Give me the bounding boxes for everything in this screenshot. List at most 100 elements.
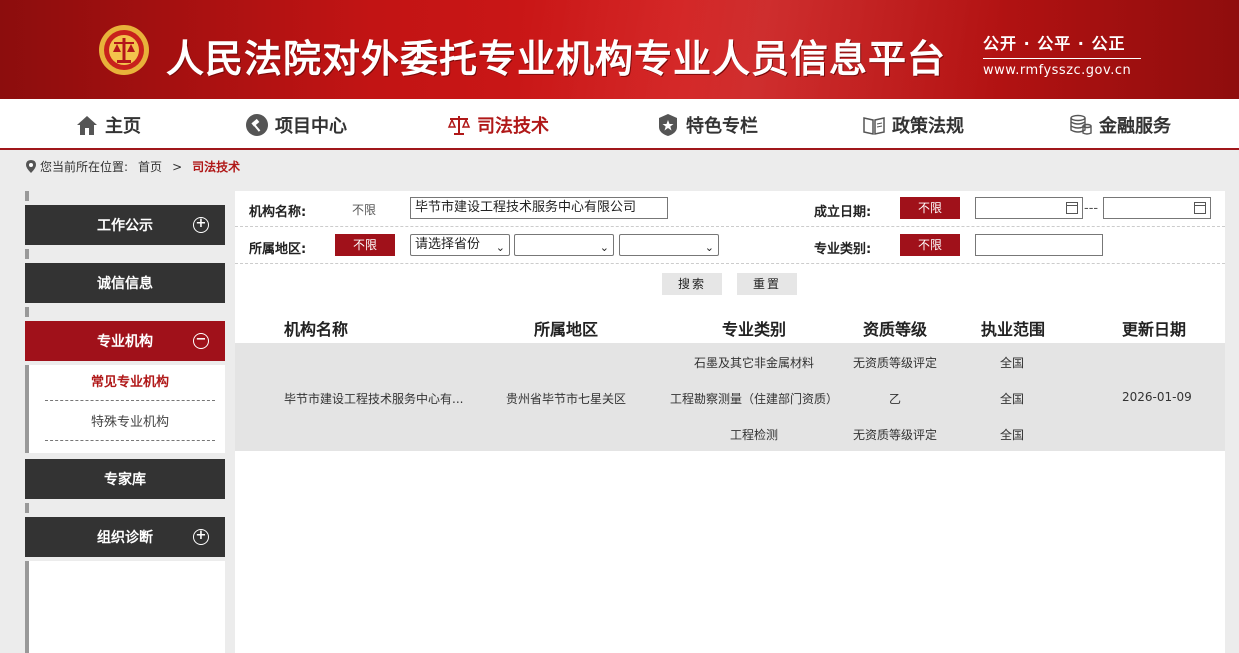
nav-item-policy[interactable]: 政策法规 xyxy=(862,111,964,139)
province-select-value: 请选择省份 xyxy=(415,237,481,252)
nav-item-home[interactable]: 主页 xyxy=(75,111,141,139)
category-input[interactable] xyxy=(975,234,1103,256)
founded-date-label: 成立日期: xyxy=(814,205,872,220)
location-pin-icon xyxy=(26,160,36,173)
nav-item-projects[interactable]: 项目中心 xyxy=(245,111,347,139)
sidebar-item-professional-orgs[interactable]: 专业机构 − xyxy=(25,321,225,361)
nav-item-finance[interactable]: 金融服务 xyxy=(1069,111,1171,139)
coins-icon xyxy=(1070,114,1092,135)
breadcrumb-current: 司法技术 xyxy=(192,160,241,174)
province-select[interactable]: 请选择省份 ⌄ xyxy=(410,234,510,256)
sidebar-empty-area xyxy=(25,561,225,653)
nav-label: 司法技术 xyxy=(477,116,549,137)
book-icon xyxy=(863,117,885,135)
site-url: www.rmfysszc.gov.cn xyxy=(983,63,1132,78)
scope-cell: 全国 xyxy=(1000,356,1025,370)
main-panel: 机构名称: 不限 毕节市建设工程技术服务中心有限公司 成立日期: 不限 --- … xyxy=(235,191,1225,653)
sidebar-subitem-special-orgs[interactable]: 特殊专业机构 xyxy=(45,405,215,441)
sidebar-item-org-diagnosis[interactable]: 组织诊断 + xyxy=(25,517,225,557)
scales-icon xyxy=(447,116,471,135)
breadcrumb-prefix: 您当前所在位置: xyxy=(40,160,129,174)
home-icon xyxy=(77,116,97,135)
filter-row-name-date: 机构名称: 不限 毕节市建设工程技术服务中心有限公司 成立日期: 不限 --- xyxy=(235,191,1225,227)
nav-label: 特色专栏 xyxy=(686,116,758,137)
search-button[interactable]: 搜索 xyxy=(662,273,722,295)
sidebar-item-label: 专业机构 xyxy=(97,334,153,350)
header-banner: 人民法院对外委托专业机构专业人员信息平台 公开 · 公平 · 公正 www.rm… xyxy=(0,0,1239,99)
category-unlimited-tag[interactable]: 不限 xyxy=(900,234,960,256)
grade-cell: 无资质等级评定 xyxy=(853,428,938,442)
sidebar-submenu: 常见专业机构 特殊专业机构 xyxy=(25,365,225,453)
expand-icon[interactable]: + xyxy=(193,529,209,545)
nav-label: 项目中心 xyxy=(275,116,347,137)
col-header-update-date: 更新日期 xyxy=(1122,320,1187,339)
court-emblem-icon xyxy=(99,25,149,75)
sidebar-item-expert-pool[interactable]: 专家库 xyxy=(25,459,225,499)
sidebar-item-credit-info[interactable]: 诚信信息 xyxy=(25,263,225,303)
reset-button[interactable]: 重置 xyxy=(737,273,797,295)
main-nav: 主页 项目中心 司法技术 特色专栏 政策法规 金融服务 xyxy=(0,99,1239,150)
site-title: 人民法院对外委托专业机构专业人员信息平台 xyxy=(166,37,947,81)
nav-label: 主页 xyxy=(105,116,141,137)
nav-item-featured[interactable]: 特色专栏 xyxy=(656,111,758,139)
org-name-cell[interactable]: 毕节市建设工程技术服务中心有... xyxy=(284,390,463,407)
filter-row-region-category: 所属地区: 不限 请选择省份 ⌄ ⌄ ⌄ 专业类别: 不限 xyxy=(235,228,1225,264)
collapse-icon[interactable]: − xyxy=(193,333,209,349)
chevron-down-icon: ⌄ xyxy=(495,241,505,254)
sidebar-divider xyxy=(25,249,29,259)
breadcrumb-home-link[interactable]: 首页 xyxy=(138,158,162,175)
region-unlimited-tag[interactable]: 不限 xyxy=(335,234,395,256)
breadcrumb: 您当前所在位置: 首页 > 司法技术 xyxy=(26,158,240,175)
nav-label: 金融服务 xyxy=(1099,116,1171,137)
sidebar-item-label: 工作公示 xyxy=(97,218,153,234)
start-date-input[interactable] xyxy=(975,197,1083,219)
sidebar: 工作公示 + 诚信信息 专业机构 − 常见专业机构 特殊专业机构 专家库 组织诊… xyxy=(25,191,225,653)
table-row[interactable]: 毕节市建设工程技术服务中心有... 贵州省毕节市七星关区 2026-01-09 … xyxy=(235,343,1225,451)
sidebar-divider xyxy=(25,561,29,653)
nav-item-judicial-tech[interactable]: 司法技术 xyxy=(447,111,549,139)
sidebar-divider xyxy=(25,307,29,317)
category-cell: 石墨及其它非金属材料 xyxy=(694,356,815,370)
org-name-unlimited-tag[interactable]: 不限 xyxy=(352,201,376,218)
grade-cell: 无资质等级评定 xyxy=(853,356,938,370)
calendar-icon[interactable] xyxy=(1066,202,1078,214)
sidebar-subitem-common-orgs[interactable]: 常见专业机构 xyxy=(45,365,215,401)
col-header-grade: 资质等级 xyxy=(863,320,928,339)
end-date-input[interactable] xyxy=(1103,197,1211,219)
city-select[interactable]: ⌄ xyxy=(514,234,614,256)
gavel-icon xyxy=(246,114,268,136)
sidebar-divider xyxy=(25,365,29,453)
col-header-region: 所属地区 xyxy=(534,320,599,339)
col-header-scope: 执业范围 xyxy=(981,320,1046,339)
sidebar-item-work-notices[interactable]: 工作公示 + xyxy=(25,205,225,245)
founded-unlimited-tag[interactable]: 不限 xyxy=(900,197,960,219)
nav-label: 政策法规 xyxy=(892,116,964,137)
slogan-box: 公开 · 公平 · 公正 www.rmfysszc.gov.cn xyxy=(983,30,1141,78)
grade-cell: 乙 xyxy=(889,392,902,406)
update-date-cell: 2026-01-09 xyxy=(1122,390,1192,404)
date-separator: --- xyxy=(1084,201,1099,216)
sidebar-item-label: 专家库 xyxy=(104,472,146,488)
region-label: 所属地区: xyxy=(249,242,307,257)
calendar-icon[interactable] xyxy=(1194,202,1206,214)
region-cell: 贵州省毕节市七星关区 xyxy=(506,392,627,406)
breadcrumb-separator: > xyxy=(172,159,183,174)
slogan: 公开 · 公平 · 公正 xyxy=(983,30,1141,59)
org-name-label: 机构名称: xyxy=(249,205,307,220)
star-shield-icon xyxy=(659,114,677,136)
district-select[interactable]: ⌄ xyxy=(619,234,719,256)
chevron-down-icon: ⌄ xyxy=(599,241,609,254)
category-cell: 工程检测 xyxy=(730,428,779,442)
sidebar-divider xyxy=(25,503,29,513)
sidebar-divider xyxy=(25,191,29,201)
category-cell: 工程勘察测量（住建部门资质） xyxy=(670,392,839,406)
col-header-org-name: 机构名称 xyxy=(284,320,349,339)
category-label: 专业类别: xyxy=(814,242,872,257)
scope-cell: 全国 xyxy=(1000,392,1025,406)
chevron-down-icon: ⌄ xyxy=(704,241,714,254)
org-name-input[interactable]: 毕节市建设工程技术服务中心有限公司 xyxy=(410,197,668,219)
col-header-category: 专业类别 xyxy=(722,320,787,339)
scope-cell: 全国 xyxy=(1000,428,1025,442)
expand-icon[interactable]: + xyxy=(193,217,209,233)
sidebar-item-label: 诚信信息 xyxy=(97,276,153,292)
